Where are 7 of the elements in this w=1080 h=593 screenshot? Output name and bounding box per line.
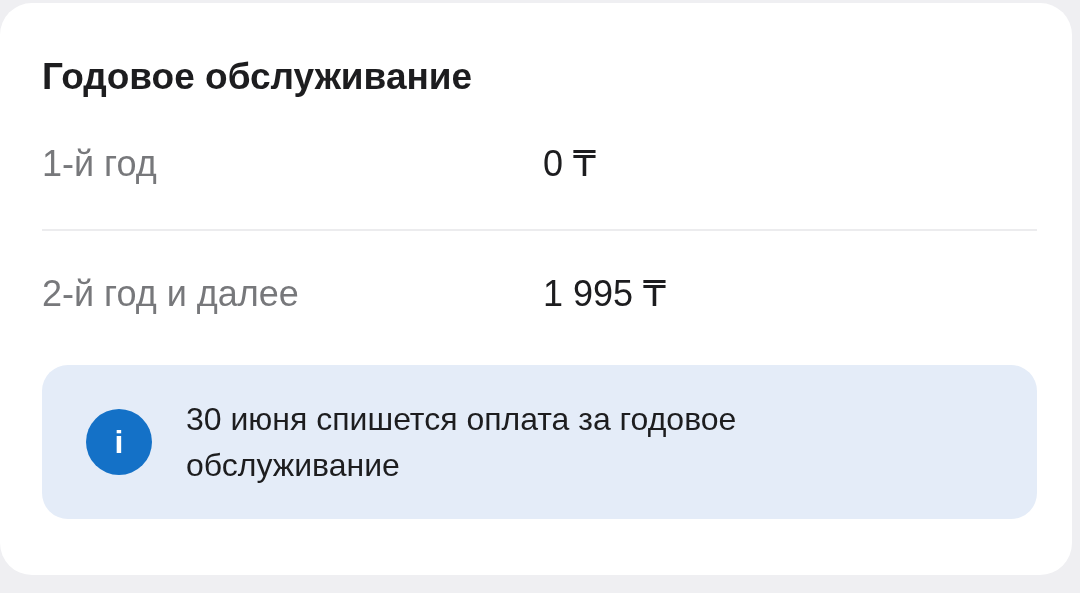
row-label: 1-й год	[42, 143, 158, 185]
row-label: 2-й год и далее	[42, 273, 300, 315]
row-value: 1 995 ₸	[543, 273, 666, 315]
info-icon: i	[86, 409, 152, 475]
section-title: Годовое обслуживание	[42, 55, 474, 99]
row-value: 0 ₸	[543, 143, 596, 185]
notice-text: 30 июня спишется оплата за годовое обслуживание	[186, 400, 738, 485]
